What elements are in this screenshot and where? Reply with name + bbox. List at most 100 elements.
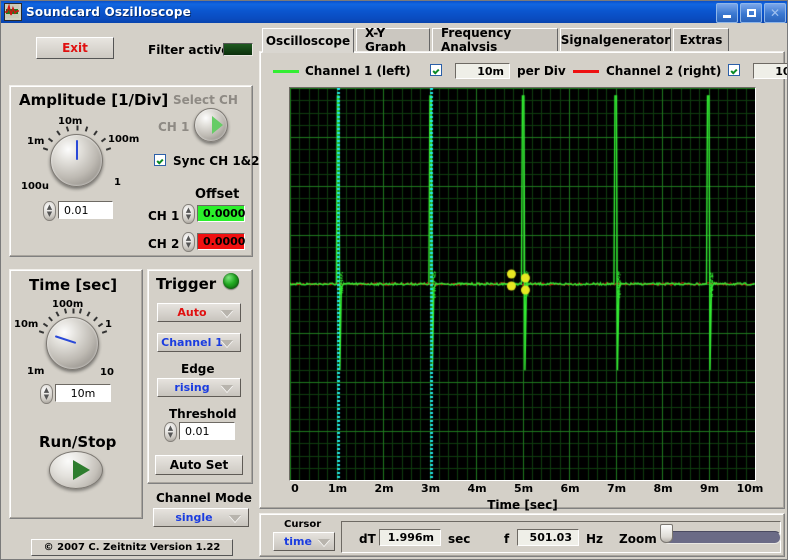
- sync-channels-checkbox[interactable]: [154, 154, 166, 166]
- time-scale-100m: 100m: [52, 299, 83, 310]
- trigger-threshold-input[interactable]: 0.01: [179, 422, 235, 440]
- time-scale-10m: 10m: [14, 319, 38, 330]
- time-knob[interactable]: [46, 317, 99, 370]
- amplitude-title: Amplitude [1/Div]: [19, 91, 168, 109]
- time-axis-ticks: 0 1m 2m 3m 4m 5m 6m 7m 8m 9m 10m: [289, 482, 756, 498]
- trigger-source-dropdown[interactable]: Channel 1: [157, 333, 241, 352]
- amplitude-scale-100u: 100u: [21, 181, 49, 192]
- select-ch-value: CH 1: [158, 120, 189, 134]
- amplitude-knob[interactable]: [50, 134, 103, 187]
- exit-button[interactable]: Exit: [36, 37, 114, 59]
- frequency-label: f: [504, 532, 509, 546]
- tab-signalgenerator[interactable]: Signalgenerator: [560, 28, 671, 52]
- zoom-slider-handle[interactable]: [660, 524, 673, 543]
- amplitude-scale-1: 1: [114, 177, 121, 188]
- dt-label: dT: [359, 532, 376, 546]
- channel-1-label: Channel 1 (left): [305, 64, 411, 78]
- time-scale-10: 10: [100, 367, 114, 378]
- title-bar: Soundcard Oszilloscope ✕: [1, 1, 788, 23]
- trigger-edge-dropdown[interactable]: rising: [157, 378, 241, 397]
- trigger-threshold-spinner[interactable]: ▲ ▼: [164, 422, 177, 442]
- knob-tick: [76, 125, 78, 130]
- tab-oscilloscope[interactable]: Oscilloscope: [262, 28, 354, 53]
- tab-xy-graph[interactable]: X-Y Graph: [356, 28, 430, 52]
- offset-ch1-spinner[interactable]: ▲ ▼: [182, 204, 195, 224]
- offset-ch1-value[interactable]: 0.0000: [197, 205, 245, 222]
- time-tick-10: 10m: [737, 482, 764, 495]
- trigger-mode-value: Auto: [177, 306, 206, 319]
- sync-channels-label: Sync CH 1&2: [173, 154, 260, 168]
- channel-1-color-swatch: [273, 70, 299, 73]
- waveform-plot[interactable]: [290, 88, 755, 480]
- frequency-value[interactable]: 501.03: [517, 529, 579, 546]
- time-scale-1: 1: [105, 319, 112, 330]
- window-buttons: ✕: [716, 3, 786, 23]
- channel-mode-label: Channel Mode: [156, 491, 252, 505]
- trigger-edge-label: Edge: [181, 362, 215, 376]
- dt-value[interactable]: 1.996m: [379, 529, 441, 546]
- frequency-unit: Hz: [586, 532, 603, 546]
- select-ch-label: Select CH: [173, 93, 238, 107]
- tab-frequency-analysis[interactable]: Frequency Analysis: [432, 28, 558, 52]
- cursor-label: Cursor: [284, 519, 321, 530]
- trigger-panel: [147, 269, 253, 484]
- trigger-title: Trigger: [156, 275, 216, 293]
- run-stop-label: Run/Stop: [39, 433, 116, 451]
- chevron-down-icon: [221, 340, 233, 347]
- time-tick-5: 5m: [514, 482, 533, 495]
- time-title: Time [sec]: [29, 276, 117, 294]
- offset-ch1-label: CH 1: [148, 209, 179, 223]
- time-tick-2: 2m: [374, 482, 393, 495]
- time-tick-6: 6m: [560, 482, 579, 495]
- filter-active-label: Filter active: [148, 43, 229, 57]
- close-button[interactable]: ✕: [764, 3, 786, 23]
- channel-mode-value: single: [175, 511, 212, 524]
- offset-ch2-value[interactable]: 0.0000: [197, 233, 245, 250]
- chevron-down-icon: [221, 310, 233, 317]
- time-tick-9: 9m: [700, 482, 719, 495]
- channel-controls-row: Channel 1 (left) 10m per Div Channel 2 (…: [269, 62, 781, 80]
- channel-2-checkbox[interactable]: [728, 64, 740, 76]
- time-axis-label: Time [sec]: [289, 498, 756, 512]
- chevron-down-icon: [229, 515, 241, 522]
- channel-1-checkbox[interactable]: [430, 64, 442, 76]
- channel-mode-dropdown[interactable]: single: [153, 508, 249, 527]
- trigger-mode-dropdown[interactable]: Auto: [157, 303, 241, 322]
- run-stop-button[interactable]: [49, 451, 103, 489]
- time-value-input[interactable]: 10m: [55, 384, 111, 402]
- window-title: Soundcard Oszilloscope: [26, 5, 191, 19]
- channel-2-color-swatch: [573, 70, 599, 73]
- tab-strip: Oscilloscope X-Y Graph Frequency Analysi…: [262, 28, 785, 52]
- select-ch-knob[interactable]: [194, 108, 228, 142]
- offset-ch2-spinner[interactable]: ▲ ▼: [182, 232, 195, 252]
- zoom-slider-track[interactable]: [663, 531, 781, 544]
- channel-1-per-div-label: per Div: [517, 64, 566, 78]
- time-tick-4: 4m: [467, 482, 486, 495]
- channel-1-per-div-value[interactable]: 10m: [455, 63, 510, 79]
- copyright-label: © 2007 C. Zeitnitz Version 1.22: [31, 539, 233, 556]
- waveform-icon: [4, 3, 22, 21]
- time-tick-1: 1m: [328, 482, 347, 495]
- channel-2-label: Channel 2 (right): [606, 64, 721, 78]
- filter-active-led: [223, 43, 253, 56]
- offset-ch2-label: CH 2: [148, 237, 179, 251]
- time-tick-0: 0: [291, 482, 299, 495]
- offset-title: Offset: [195, 187, 239, 202]
- time-spinner[interactable]: ▲ ▼: [40, 384, 53, 404]
- cursor-mode-dropdown[interactable]: time: [273, 532, 335, 551]
- auto-set-button[interactable]: Auto Set: [155, 455, 243, 475]
- minimize-button[interactable]: [716, 3, 738, 23]
- waveform-plot-frame: [289, 87, 756, 481]
- cursor-mode-value: time: [284, 535, 312, 548]
- amplitude-value-input[interactable]: 0.01: [58, 201, 113, 219]
- application-window: Soundcard Oszilloscope ✕ Exit Filter act…: [0, 0, 788, 560]
- channel-2-per-div-value[interactable]: 10m: [753, 63, 788, 79]
- zoom-label: Zoom: [619, 532, 657, 546]
- amplitude-spinner[interactable]: ▲ ▼: [43, 201, 56, 221]
- time-scale-1m: 1m: [27, 366, 44, 377]
- trigger-led: [223, 273, 239, 289]
- maximize-button[interactable]: [740, 3, 762, 23]
- tab-extras[interactable]: Extras: [673, 28, 729, 52]
- dt-unit: sec: [448, 532, 470, 546]
- time-tick-7: 7m: [607, 482, 626, 495]
